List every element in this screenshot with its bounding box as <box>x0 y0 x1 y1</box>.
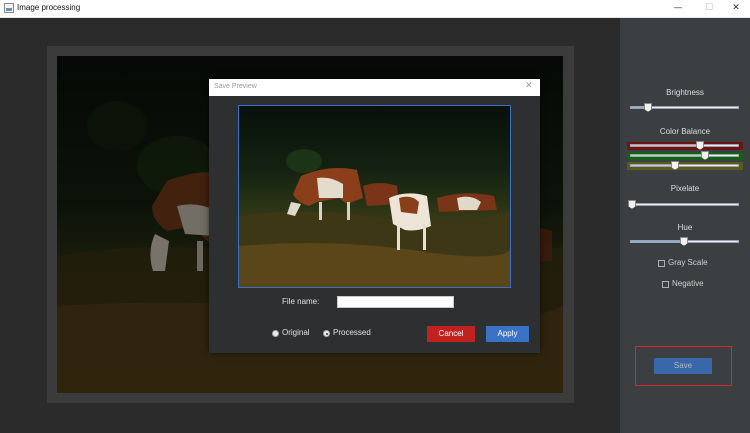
hue-slider[interactable] <box>630 237 739 246</box>
red-balance-thumb[interactable] <box>696 141 704 150</box>
pixelate-label: Pixelate <box>670 184 700 193</box>
red-balance-band <box>627 141 743 150</box>
negative-checkbox[interactable] <box>662 281 669 288</box>
red-balance-slider[interactable] <box>630 141 739 150</box>
brightness-label: Brightness <box>666 88 704 97</box>
window-title-bar: Image processing — ☐ ✕ <box>0 0 750 18</box>
green-balance-slider[interactable] <box>630 151 739 160</box>
brightness-slider-thumb[interactable] <box>644 103 652 112</box>
blue-balance-band <box>627 161 743 170</box>
processed-radio-label: Processed <box>333 328 371 337</box>
dialog-title-bar: Save Preview ✕ <box>209 79 540 96</box>
pixelate-slider-thumb[interactable] <box>628 200 636 209</box>
dialog-close-icon[interactable]: ✕ <box>525 81 533 91</box>
minimize-button[interactable]: — <box>664 0 692 17</box>
cancel-button[interactable]: Cancel <box>427 326 475 342</box>
gray-scale-checkbox[interactable] <box>658 260 665 267</box>
close-button[interactable]: ✕ <box>722 0 750 17</box>
green-balance-thumb[interactable] <box>701 151 709 160</box>
maximize-button[interactable]: ☐ <box>695 0 723 17</box>
processed-radio[interactable] <box>323 330 330 337</box>
apply-button[interactable]: Apply <box>486 326 529 342</box>
blue-balance-slider[interactable] <box>630 161 739 170</box>
color-balance-label: Color Balance <box>659 127 711 136</box>
pixelate-slider[interactable] <box>628 200 739 209</box>
brightness-slider[interactable] <box>630 103 739 112</box>
dialog-title: Save Preview <box>214 83 257 90</box>
gray-scale-label: Gray Scale <box>668 258 708 267</box>
green-balance-band <box>627 151 743 160</box>
window-title: Image processing <box>17 3 81 12</box>
save-button[interactable]: Save <box>654 358 712 374</box>
hue-label: Hue <box>677 223 693 232</box>
negative-label: Negative <box>672 279 704 288</box>
file-name-input[interactable] <box>337 296 454 308</box>
adjustments-sidebar: Brightness Color Balance Pixelate Hue Gr… <box>620 18 750 433</box>
blue-balance-thumb[interactable] <box>671 161 679 170</box>
original-radio-label: Original <box>282 328 310 337</box>
hue-slider-thumb[interactable] <box>680 237 688 246</box>
app-icon <box>4 3 14 13</box>
original-radio[interactable] <box>272 330 279 337</box>
preview-image <box>238 105 511 288</box>
save-preview-dialog: Save Preview ✕ File name: Original Proce… <box>209 79 540 353</box>
file-name-label: File name: <box>282 297 320 306</box>
